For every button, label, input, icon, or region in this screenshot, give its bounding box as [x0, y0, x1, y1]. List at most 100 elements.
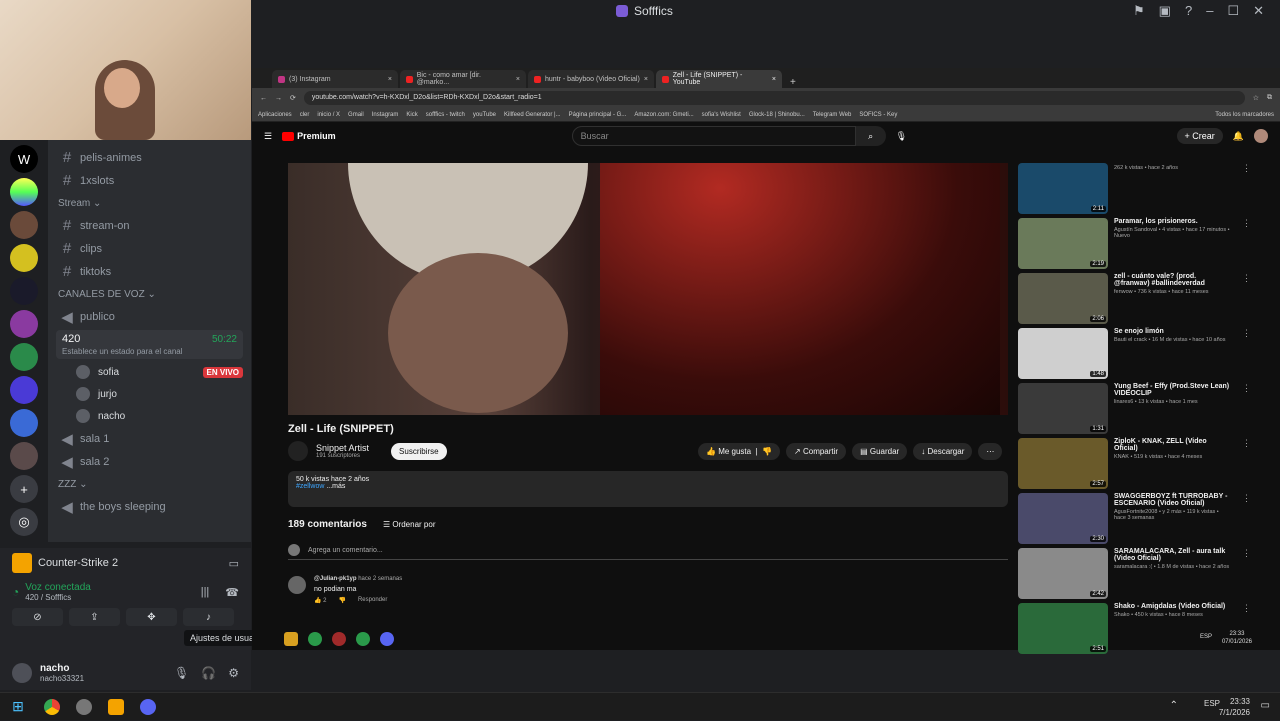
server-purple-icon[interactable]: [10, 310, 38, 338]
channel-item[interactable]: # stream-on: [48, 214, 251, 237]
bookmark-item[interactable]: Instagram: [372, 112, 399, 118]
more-options-icon[interactable]: ⋮: [1242, 163, 1251, 218]
download-button[interactable]: ↓ Descargar: [913, 443, 973, 460]
mic-icon[interactable]: 🎙: [896, 131, 907, 142]
comment-like-button[interactable]: 👍 2: [314, 597, 326, 604]
voice-user[interactable]: nacho: [48, 405, 251, 427]
create-button[interactable]: + Crear: [1176, 128, 1223, 144]
bookmark-item[interactable]: Glock-18 | Shinobu...: [749, 112, 805, 118]
bookmark-item[interactable]: youTube: [473, 112, 496, 118]
close-tab-icon[interactable]: ×: [516, 76, 520, 83]
close-tab-icon[interactable]: ×: [388, 76, 392, 83]
close-tab-icon[interactable]: ×: [644, 76, 648, 83]
discord-icon[interactable]: [132, 693, 164, 721]
tab-huntr[interactable]: huntr - babyboo (Video Oficial) ×: [528, 70, 654, 88]
server-avatar-icon[interactable]: [10, 211, 38, 239]
share-button[interactable]: ↗ Compartir: [786, 443, 847, 460]
more-options-icon[interactable]: ⋮: [1242, 548, 1251, 603]
video-thumbnail[interactable]: 2:42: [1018, 548, 1108, 599]
recommended-title[interactable]: ZiploK - KNAK, ZELL (Video Oficial): [1114, 438, 1232, 452]
microphone-icon[interactable]: 🎙: [174, 666, 189, 680]
more-options-icon[interactable]: ⋮: [1242, 273, 1251, 328]
video-thumbnail[interactable]: 2:06: [1018, 273, 1108, 324]
recommended-item[interactable]: 2:06 zell - cuánto vale? (prod. @franwav)…: [1018, 273, 1280, 328]
search-input[interactable]: Buscar: [571, 126, 856, 146]
like-button[interactable]: 👍 Me gusta | 👎: [698, 443, 781, 460]
server-dark-icon[interactable]: [10, 277, 38, 305]
inbox-icon[interactable]: ⚑: [1133, 3, 1145, 19]
game-activity[interactable]: Counter-Strike 2 ▭: [0, 548, 251, 578]
voice-channel-item[interactable]: ◀ publico: [48, 305, 251, 328]
bookmark-item[interactable]: Aplicaciones: [258, 112, 292, 118]
recommended-title[interactable]: Shako - Amigdalas (Video Oficial): [1114, 603, 1232, 610]
app-icon[interactable]: [332, 632, 346, 646]
avatar[interactable]: [12, 663, 32, 683]
save-button[interactable]: ▤ Guardar: [852, 443, 908, 460]
disconnect-icon[interactable]: ☎: [225, 586, 239, 599]
avatar[interactable]: [288, 441, 308, 461]
tab-zell[interactable]: Zell - Life (SNIPPET) - YouTube ×: [656, 70, 782, 88]
screen-share-button[interactable]: ⇪: [69, 608, 120, 626]
voice-channel-item[interactable]: ◀ sala 1: [48, 427, 251, 450]
server-green-icon[interactable]: [10, 343, 38, 371]
voice-channel-item[interactable]: ◀ sala 2: [48, 450, 251, 473]
soundboard-button[interactable]: ♪: [183, 608, 234, 626]
recommended-item[interactable]: 1:31 Yung Beef - Effy (Prod.Steve Lean) V…: [1018, 383, 1280, 438]
more-options-icon[interactable]: ⋮: [1242, 383, 1251, 438]
folder-icon[interactable]: [284, 632, 298, 646]
video-thumbnail[interactable]: 2:57: [1018, 438, 1108, 489]
comment-author[interactable]: @Julian-pk1yp: [314, 576, 357, 582]
reload-icon[interactable]: ⟳: [290, 94, 296, 102]
search-icon[interactable]: ⌕: [855, 126, 886, 146]
star-icon[interactable]: ☆: [1253, 94, 1259, 102]
add-comment-input[interactable]: Agrega un comentario...: [308, 547, 383, 554]
server-rainbow-icon[interactable]: [10, 178, 38, 206]
category-stream[interactable]: Stream ⌄: [48, 192, 251, 214]
language-indicator[interactable]: ESP: [1204, 699, 1220, 708]
video-thumbnail[interactable]: 1:48: [1018, 328, 1108, 379]
recommended-title[interactable]: SWAGGERBOYZ ft TURROBABY - ESCENARIO (Vi…: [1114, 493, 1232, 507]
notification-icon[interactable]: ▭: [1261, 700, 1270, 711]
video-player[interactable]: [288, 163, 1008, 415]
camera-off-button[interactable]: ⊘: [12, 608, 63, 626]
channel-name[interactable]: Snippet Artist: [316, 443, 369, 453]
signal-icon[interactable]: ◔: [12, 585, 19, 599]
server-w-icon[interactable]: W: [10, 145, 38, 173]
more-options-icon[interactable]: ⋮: [1242, 218, 1251, 273]
more-options-icon[interactable]: ⋮: [1242, 328, 1251, 383]
recommended-title[interactable]: SARAMALACARA, Zell - aura talk (Video Of…: [1114, 548, 1232, 562]
voice-status[interactable]: Establece un estado para el canal: [62, 347, 237, 356]
server-stack-icon[interactable]: [10, 409, 38, 437]
more-options-icon[interactable]: ⋮: [1242, 438, 1251, 493]
clock[interactable]: 23:33 7/1/2026: [1219, 696, 1250, 718]
tab-bic[interactable]: Bic - como amar [dir. @marko... ×: [400, 70, 526, 88]
noise-suppression-icon[interactable]: |||: [201, 586, 210, 598]
video-thumbnail[interactable]: 1:31: [1018, 383, 1108, 434]
windows-start-icon[interactable]: ⊞: [0, 693, 36, 721]
recommended-item[interactable]: 2:57 ZiploK - KNAK, ZELL (Video Oficial) K…: [1018, 438, 1280, 493]
close-tab-icon[interactable]: ×: [772, 76, 776, 83]
server-yellow-icon[interactable]: [10, 244, 38, 272]
recommended-item[interactable]: 2:30 SWAGGERBOYZ ft TURROBABY - ESCENARIO…: [1018, 493, 1280, 548]
avatar[interactable]: [1254, 129, 1268, 143]
settings-gear-icon[interactable]: ⚙: [228, 666, 239, 680]
headphones-icon[interactable]: 🎧: [201, 666, 216, 680]
comment-dislike-icon[interactable]: 👎: [338, 597, 345, 604]
bookmark-item[interactable]: Gmail: [348, 112, 364, 118]
chrome-icon[interactable]: [36, 693, 68, 721]
description-box[interactable]: 50 k vistas hace 2 años #zellwow ...más: [288, 471, 1008, 507]
url-input[interactable]: youtube.com/watch?v=h-KXDxl_D2o&list=RDh…: [303, 91, 1245, 105]
add-comment[interactable]: Agrega un comentario...: [288, 544, 1008, 560]
chrome-icon[interactable]: [308, 632, 322, 646]
app-icon[interactable]: [68, 693, 100, 721]
channel-item[interactable]: # pelis-animes: [48, 146, 251, 169]
stream-game-icon[interactable]: ▭: [229, 557, 239, 570]
video-thumbnail[interactable]: 2:11: [1018, 163, 1108, 214]
sort-button[interactable]: ☰ Ordenar por: [383, 520, 436, 529]
bookmark-item[interactable]: SOFICS - Key: [859, 112, 897, 118]
bookmark-item[interactable]: Página principal - G...: [569, 112, 627, 118]
bookmark-item[interactable]: sofia's Wishlist: [702, 112, 741, 118]
activities-button[interactable]: ✥: [126, 608, 177, 626]
recommended-title[interactable]: Paramar, los prisioneros.: [1114, 218, 1232, 225]
bookmark-item[interactable]: Killfeed Generator |...: [504, 112, 561, 118]
